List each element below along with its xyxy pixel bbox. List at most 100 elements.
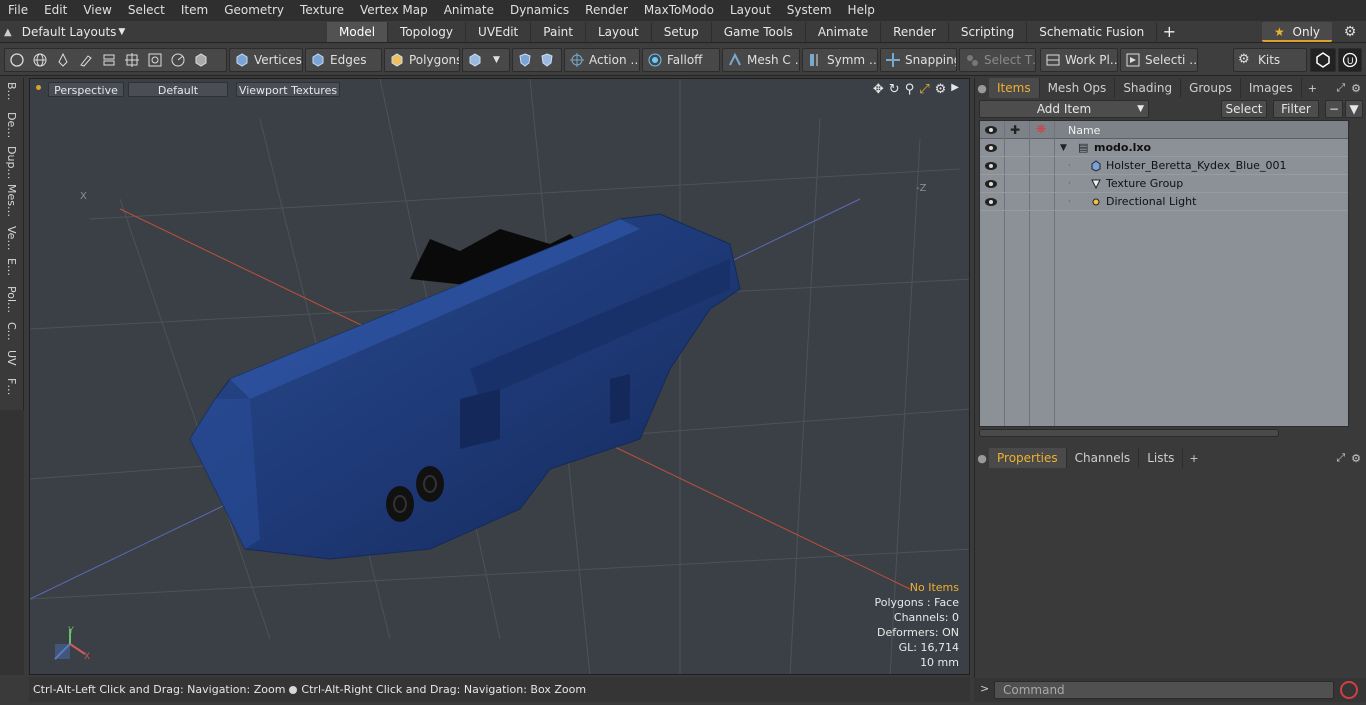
list-item[interactable]: ▼ ▤ modo.lxo	[980, 139, 1348, 157]
tab-lists[interactable]: Lists	[1139, 448, 1184, 468]
work-plane-button[interactable]: Work Pl…	[1040, 48, 1118, 72]
menu-help[interactable]: Help	[840, 0, 883, 21]
menu-system[interactable]: System	[779, 0, 840, 21]
tab-schematic-fusion[interactable]: Schematic Fusion	[1027, 22, 1158, 42]
funnel-icon[interactable]: ▼	[1345, 100, 1363, 118]
left-tab-deform[interactable]: De…	[3, 112, 20, 138]
view-type-dropdown[interactable]: Perspective	[48, 82, 124, 97]
tab-paint[interactable]: Paint	[531, 22, 586, 42]
tab-channels[interactable]: Channels	[1067, 448, 1140, 468]
menu-file[interactable]: File	[0, 0, 36, 21]
tab-properties[interactable]: Properties	[989, 448, 1067, 468]
left-tab-polygon[interactable]: Pol…	[3, 286, 20, 313]
eye-icon[interactable]	[984, 142, 998, 154]
mesh-constraint-button[interactable]: Mesh C …	[722, 48, 800, 72]
tab-scripting[interactable]: Scripting	[949, 22, 1028, 42]
falloff-button[interactable]: Falloff	[642, 48, 720, 72]
tab-setup[interactable]: Setup	[652, 22, 712, 42]
move-view-icon[interactable]: ✥	[873, 82, 884, 97]
left-tab-edge[interactable]: E…	[3, 258, 20, 276]
maximize-icon[interactable]: ⤢	[919, 82, 929, 97]
collapse-icon[interactable]: −	[1325, 100, 1343, 118]
record-icon[interactable]	[1340, 681, 1358, 699]
shield-icon[interactable]	[517, 52, 533, 68]
item-mode-icon[interactable]	[193, 52, 209, 68]
polygons-button[interactable]: Polygons	[384, 48, 460, 72]
tab-shading[interactable]: Shading	[1115, 78, 1182, 98]
tab-model[interactable]: Model	[327, 22, 389, 42]
tab-animate[interactable]: Animate	[806, 22, 882, 42]
left-tab-curve[interactable]: C…	[3, 322, 20, 341]
menu-maxtomodo[interactable]: MaxToModo	[636, 0, 722, 21]
globe-icon[interactable]	[32, 52, 48, 68]
kits-button[interactable]: ⚙ Kits	[1233, 48, 1307, 72]
select-button[interactable]: Select	[1221, 100, 1267, 118]
tab-game-tools[interactable]: Game Tools	[712, 22, 806, 42]
material-mode-dropdown[interactable]: ▼	[462, 48, 510, 72]
select-through-button[interactable]: Select T…	[959, 48, 1036, 72]
left-tab-mesh-edit[interactable]: Mes…	[3, 184, 20, 217]
action-center-button[interactable]: Action …	[564, 48, 640, 72]
menu-layout[interactable]: Layout	[722, 0, 779, 21]
gear-icon[interactable]: ⚙	[1340, 22, 1360, 42]
eye-icon[interactable]	[984, 196, 998, 208]
tab-layout[interactable]: Layout	[586, 22, 652, 42]
list-item[interactable]: · Texture Group	[980, 175, 1348, 193]
list-item[interactable]: · Directional Light	[980, 193, 1348, 211]
menu-animate[interactable]: Animate	[436, 0, 502, 21]
left-tab-basic[interactable]: B…	[3, 82, 20, 101]
transform-icon[interactable]	[124, 52, 140, 68]
shading-dropdown[interactable]: Default	[128, 82, 228, 97]
panel-gear-icon[interactable]: ⚙	[1345, 82, 1366, 95]
panel-menu-dot[interactable]: ●	[975, 82, 989, 95]
3d-viewport[interactable]: Y X X -Z Perspective Default Viewport Te…	[29, 78, 970, 675]
tab-uvedit[interactable]: UVEdit	[466, 22, 532, 42]
snapping-button[interactable]: Snapping	[880, 48, 957, 72]
rotate-icon[interactable]	[170, 52, 186, 68]
rotate-view-icon[interactable]: ↻	[889, 82, 900, 97]
pen-icon[interactable]	[55, 52, 71, 68]
command-input[interactable]: Command	[994, 681, 1334, 699]
left-tab-duplicate[interactable]: Dup…	[3, 146, 20, 179]
viewport-textures-dropdown[interactable]: Viewport Textures	[236, 82, 340, 97]
panel-menu-dot[interactable]: ●	[975, 452, 989, 465]
left-tab-vertex[interactable]: Ve…	[3, 226, 20, 250]
only-button[interactable]: ★ Only	[1262, 22, 1332, 42]
unreal-button[interactable]: U	[1338, 48, 1362, 72]
selection-sets-button[interactable]: Selecti …	[1120, 48, 1198, 72]
left-tab-fusion[interactable]: F…	[3, 378, 20, 395]
unity-button[interactable]	[1310, 48, 1336, 72]
menu-view[interactable]: View	[75, 0, 119, 21]
left-tab-uv[interactable]: UV	[3, 350, 20, 366]
brush-icon[interactable]	[78, 52, 94, 68]
tab-images[interactable]: Images	[1241, 78, 1302, 98]
viewport-gear-icon[interactable]: ⚙	[935, 82, 947, 97]
viewport-menu-dot[interactable]	[36, 85, 41, 90]
tab-groups[interactable]: Groups	[1181, 78, 1241, 98]
tab-topology[interactable]: Topology	[388, 22, 467, 42]
menu-render[interactable]: Render	[577, 0, 636, 21]
panel-gear-icon[interactable]: ⚙	[1345, 452, 1366, 465]
panel-expand-icon[interactable]: ⤢	[1336, 81, 1345, 95]
menu-vertex-map[interactable]: Vertex Map	[352, 0, 436, 21]
tab-items[interactable]: Items	[989, 78, 1040, 98]
symmetry-button[interactable]: Symm …	[802, 48, 878, 72]
pivot-icon[interactable]	[147, 52, 163, 68]
menu-dynamics[interactable]: Dynamics	[502, 0, 577, 21]
list-item[interactable]: · Holster_Beretta_Kydex_Blue_001	[980, 157, 1348, 175]
items-scrollbar[interactable]	[979, 429, 1279, 437]
add-tab-button[interactable]: +	[1157, 22, 1181, 42]
tab-render[interactable]: Render	[881, 22, 949, 42]
zoom-view-icon[interactable]: ⚲	[905, 82, 915, 97]
shield-check-icon[interactable]	[539, 52, 555, 68]
menu-edit[interactable]: Edit	[36, 0, 75, 21]
align-icon[interactable]	[101, 52, 117, 68]
layout-selector[interactable]: ▲ Default Layouts ▼	[4, 23, 125, 41]
edges-button[interactable]: Edges	[305, 48, 382, 72]
panel-expand-icon[interactable]: ⤢	[1336, 451, 1345, 465]
add-panel-tab-button[interactable]: +	[1183, 452, 1204, 465]
eye-icon[interactable]	[984, 160, 998, 172]
eye-icon[interactable]	[984, 178, 998, 190]
menu-geometry[interactable]: Geometry	[216, 0, 292, 21]
add-item-button[interactable]: Add Item ▼	[979, 100, 1149, 118]
